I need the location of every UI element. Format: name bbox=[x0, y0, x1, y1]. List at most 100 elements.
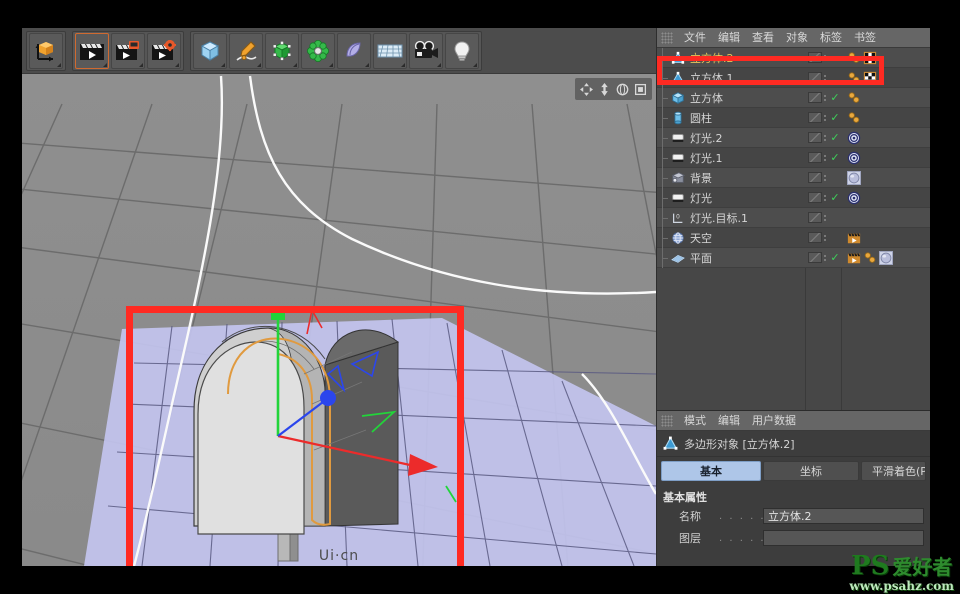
object-row[interactable]: 天空 bbox=[657, 227, 930, 248]
menu-item-view[interactable]: 查看 bbox=[746, 28, 780, 48]
object-row[interactable]: 灯光 ✓ bbox=[657, 187, 930, 208]
right-panel-column: 文件 编辑 查看 对象 标签 书签 立方体.2 立方体.1 立方体 ✓ 圆柱 ✓ 灯光.2 ✓… bbox=[656, 28, 930, 566]
tag-area bbox=[842, 131, 928, 145]
visibility-dots[interactable] bbox=[822, 54, 828, 61]
object-type-icon-wrap bbox=[669, 171, 687, 185]
polygon-object-icon bbox=[663, 436, 678, 450]
object-row[interactable]: 立方体.2 bbox=[657, 47, 930, 68]
axis-cube-icon bbox=[35, 41, 53, 61]
application-window: Ui·cn 文件 编辑 查看 对象 标签 书签 立方体.2 立方体.1 立方体 ✓ 圆柱… bbox=[0, 0, 960, 594]
enabled-checkmark[interactable]: ✓ bbox=[828, 148, 842, 168]
menu-item-edit[interactable]: 编辑 bbox=[712, 28, 746, 48]
name-input[interactable]: 立方体.2 bbox=[763, 508, 924, 524]
visibility-dots[interactable] bbox=[822, 214, 828, 221]
layer-swatch[interactable] bbox=[808, 232, 822, 243]
layer-swatch[interactable] bbox=[808, 52, 822, 63]
render-view-button[interactable] bbox=[75, 32, 109, 69]
enabled-checkmark[interactable]: ✓ bbox=[828, 88, 842, 108]
menu-item-bookmarks[interactable]: 书签 bbox=[848, 28, 882, 48]
render-region-button[interactable] bbox=[111, 32, 145, 69]
watermark-url: www.psahz.com bbox=[849, 579, 954, 593]
layer-swatch[interactable] bbox=[808, 72, 822, 83]
drag-grip-icon[interactable] bbox=[661, 414, 673, 427]
object-row-columns: ✓ bbox=[808, 248, 930, 268]
generator-button[interactable] bbox=[265, 32, 299, 69]
object-row[interactable]: 圆柱 ✓ bbox=[657, 107, 930, 128]
enabled-checkmark[interactable]: ✓ bbox=[828, 188, 842, 208]
object-row[interactable]: 背景 bbox=[657, 167, 930, 188]
object-row[interactable]: 灯光.1 ✓ bbox=[657, 147, 930, 168]
scene-object-button[interactable] bbox=[337, 32, 371, 69]
enabled-checkmark[interactable]: ✓ bbox=[828, 108, 842, 128]
main-editor-area: Ui·cn bbox=[22, 28, 656, 566]
menu-item-objects[interactable]: 对象 bbox=[780, 28, 814, 48]
object-row[interactable]: 0 灯光.目标.1 bbox=[657, 207, 930, 228]
pen-spline-icon bbox=[236, 40, 257, 61]
layer-swatch[interactable] bbox=[808, 92, 822, 103]
spline-pen-button[interactable] bbox=[229, 32, 263, 69]
object-name: 立方体.2 bbox=[690, 51, 734, 65]
tag-area bbox=[842, 71, 928, 85]
material-tag-icon bbox=[848, 91, 860, 103]
visibility-dots[interactable] bbox=[822, 234, 828, 241]
object-name: 圆柱 bbox=[690, 111, 712, 125]
object-row-columns: ✓ bbox=[808, 148, 930, 168]
layer-input[interactable] bbox=[763, 530, 924, 546]
material-tag-icon bbox=[848, 71, 860, 83]
layer-swatch[interactable] bbox=[808, 132, 822, 143]
button-corner-marker bbox=[401, 62, 405, 67]
button-corner-marker bbox=[103, 62, 107, 67]
layer-swatch[interactable] bbox=[808, 192, 822, 203]
object-row-columns bbox=[808, 51, 930, 65]
deformer-button[interactable] bbox=[301, 32, 335, 69]
purple-blob-icon bbox=[346, 41, 361, 57]
camera-button[interactable] bbox=[409, 32, 443, 69]
field-name: 名称 . . . . . 立方体.2 bbox=[657, 505, 930, 527]
tab-coordinates[interactable]: 坐标 bbox=[763, 461, 859, 481]
button-corner-marker bbox=[139, 62, 143, 67]
object-manager: 文件 编辑 查看 对象 标签 书签 立方体.2 立方体.1 立方体 ✓ 圆柱 ✓ 灯光.2 ✓… bbox=[656, 28, 930, 410]
top-toolbar bbox=[22, 28, 656, 74]
layer-swatch[interactable] bbox=[808, 152, 822, 163]
menu-item-userdata[interactable]: 用户数据 bbox=[746, 411, 802, 431]
menu-item-tags[interactable]: 标签 bbox=[814, 28, 848, 48]
rotate-icon[interactable] bbox=[616, 83, 629, 96]
material-tag-icon bbox=[848, 51, 860, 63]
button-corner-marker bbox=[329, 62, 333, 67]
enabled-checkmark[interactable]: ✓ bbox=[828, 128, 842, 148]
object-row-columns: ✓ bbox=[808, 188, 930, 208]
object-row[interactable]: 灯光.2 ✓ bbox=[657, 127, 930, 148]
menu-item-file[interactable]: 文件 bbox=[678, 28, 712, 48]
menu-item-edit[interactable]: 编辑 bbox=[712, 411, 746, 431]
axis-move-button[interactable] bbox=[29, 32, 63, 69]
layer-swatch[interactable] bbox=[808, 252, 822, 263]
button-corner-marker bbox=[293, 62, 297, 67]
object-type-icon-wrap bbox=[669, 51, 687, 65]
layer-swatch[interactable] bbox=[808, 112, 822, 123]
drag-grip-icon[interactable] bbox=[661, 31, 673, 44]
object-row-columns: ✓ bbox=[808, 88, 930, 108]
move-icon[interactable] bbox=[580, 82, 593, 96]
enabled-checkmark[interactable]: ✓ bbox=[828, 248, 842, 268]
visibility-dots[interactable] bbox=[822, 74, 828, 81]
light-object-icon bbox=[672, 133, 684, 142]
layer-swatch[interactable] bbox=[808, 212, 822, 223]
visibility-dots[interactable] bbox=[822, 174, 828, 181]
tab-phong[interactable]: 平滑着色(Phong bbox=[861, 461, 926, 481]
render-settings-button[interactable] bbox=[147, 32, 181, 69]
viewport-3d[interactable]: Ui·cn bbox=[22, 74, 656, 566]
object-row-columns bbox=[808, 212, 930, 223]
button-corner-marker bbox=[175, 62, 179, 67]
object-row[interactable]: 平面 ✓ bbox=[657, 247, 930, 268]
light-button[interactable] bbox=[445, 32, 479, 69]
button-corner-marker bbox=[473, 62, 477, 67]
primitive-cube-button[interactable] bbox=[193, 32, 227, 69]
tab-basic[interactable]: 基本 bbox=[661, 461, 761, 481]
menu-item-mode[interactable]: 模式 bbox=[678, 411, 712, 431]
object-row[interactable]: 立方体.1 bbox=[657, 67, 930, 88]
zoom-icon[interactable] bbox=[598, 82, 611, 96]
object-row[interactable]: 立方体 ✓ bbox=[657, 87, 930, 108]
layer-swatch[interactable] bbox=[808, 172, 822, 183]
maximize-icon[interactable] bbox=[634, 83, 647, 96]
floor-environment-button[interactable] bbox=[373, 32, 407, 69]
